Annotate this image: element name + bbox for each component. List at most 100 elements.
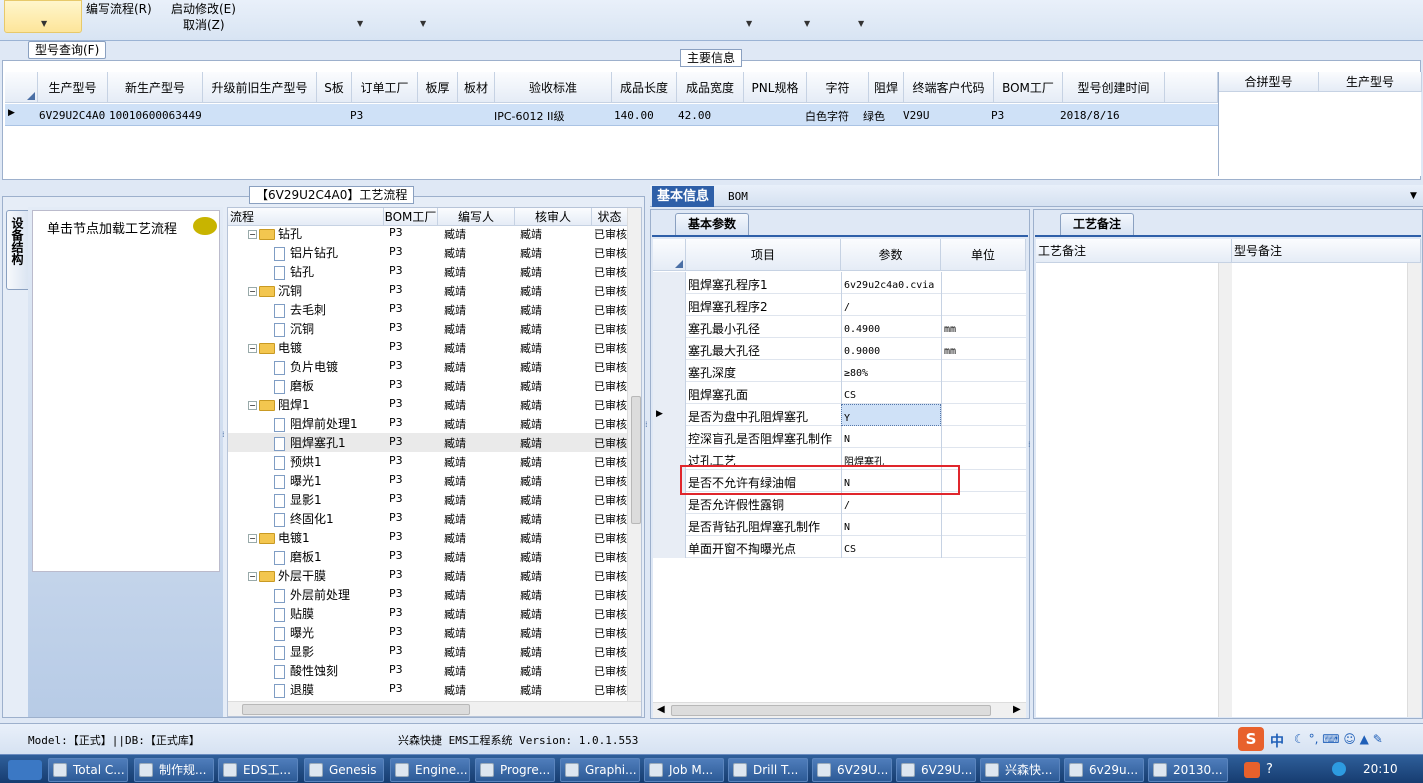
tree-row[interactable]: 贴膜 P3 臧靖 臧靖 已审核 xyxy=(228,604,641,623)
row-header[interactable] xyxy=(653,514,686,536)
param-row[interactable]: 单面开窗不掏曝光点 CS xyxy=(653,536,1026,558)
param-unit-cell[interactable] xyxy=(941,294,1026,316)
main-col-header[interactable]: 板厚 xyxy=(418,72,458,103)
param-value-cell[interactable]: N xyxy=(841,514,941,536)
tree-row[interactable]: 外层前处理 P3 臧靖 臧靖 已审核 xyxy=(228,585,641,604)
taskbar-button[interactable]: Progre... xyxy=(475,758,555,782)
sogou-tray-icon[interactable] xyxy=(1244,762,1260,778)
chevron-down-icon[interactable]: ▼ xyxy=(858,19,864,28)
param-value-cell[interactable]: 0.9000 xyxy=(841,338,941,360)
main-col-header[interactable]: 新生产型号 xyxy=(108,72,203,103)
taskbar-button[interactable]: Total C... xyxy=(48,758,128,782)
main-col-header[interactable]: BOM工厂 xyxy=(994,72,1063,103)
param-unit-cell[interactable] xyxy=(941,492,1026,514)
speech-bubble-icon[interactable] xyxy=(193,217,217,235)
sogou-ime-icon[interactable]: S xyxy=(1238,727,1264,751)
customer-cell[interactable]: V29U xyxy=(903,109,930,122)
tree-row[interactable]: 预烘1 P3 臧靖 臧靖 已审核 xyxy=(228,452,641,471)
prod-model-cell[interactable]: 6V29U2C4A0 xyxy=(39,109,105,122)
param-value-cell[interactable]: / xyxy=(841,492,941,514)
taskbar-button[interactable]: 兴森快... xyxy=(980,758,1060,782)
param-value-cell[interactable]: 0.4900 xyxy=(841,316,941,338)
length-cell[interactable]: 140.00 xyxy=(614,109,654,122)
merge-prod-model-header[interactable]: 生产型号 xyxy=(1319,72,1422,92)
taskbar-button[interactable]: 制作规... xyxy=(134,758,214,782)
main-col-header[interactable]: 生产型号 xyxy=(38,72,108,103)
row-header[interactable] xyxy=(653,316,686,338)
param-unit-cell[interactable]: mm xyxy=(941,338,1026,360)
ime-mode[interactable]: 中 xyxy=(1270,731,1284,751)
param-unit-cell[interactable] xyxy=(941,426,1026,448)
tab-process-notes[interactable]: 工艺备注 xyxy=(1060,213,1135,235)
tree-row[interactable]: 磨板 P3 臧靖 臧靖 已审核 xyxy=(228,376,641,395)
merge-model-header[interactable]: 合拼型号 xyxy=(1219,72,1319,92)
model-notes-area[interactable]: 型号备注 xyxy=(1232,239,1421,717)
char-cell[interactable]: 白色字符 xyxy=(805,108,849,124)
main-col-header[interactable]: 终端客户代码 xyxy=(904,72,994,103)
param-row[interactable]: 塞孔最大孔径 0.9000 mm xyxy=(653,338,1026,360)
param-unit-cell[interactable] xyxy=(941,536,1026,558)
table-row[interactable]: ▶ 6V29U2C4A0 10010600063449 P3 IPC-6012 … xyxy=(5,104,1218,126)
param-unit-cell[interactable] xyxy=(941,514,1026,536)
tree-row[interactable]: 曝光 P3 臧靖 臧靖 已审核 xyxy=(228,623,641,642)
row-header[interactable] xyxy=(653,294,686,316)
side-tab[interactable]: 设备结构 xyxy=(6,210,28,290)
main-col-header[interactable]: 板材 xyxy=(458,72,495,103)
scroll-thumb[interactable] xyxy=(242,704,470,715)
model-query-button[interactable]: 型号查询(F) xyxy=(28,41,107,59)
scroll-left-icon[interactable]: ◀ xyxy=(657,704,665,715)
param-unit-cell[interactable] xyxy=(941,382,1026,404)
tree-row[interactable]: − 电镀 P3 臧靖 臧靖 已审核 xyxy=(228,338,641,357)
tree-row[interactable]: 去毛刺 P3 臧靖 臧靖 已审核 xyxy=(228,300,641,319)
tree-row[interactable]: 钻孔 P3 臧靖 臧靖 已审核 xyxy=(228,262,641,281)
tree-row[interactable]: 显影 P3 臧靖 臧靖 已审核 xyxy=(228,642,641,661)
row-header[interactable] xyxy=(653,338,686,360)
main-col-header[interactable]: 字符 xyxy=(807,72,869,103)
process-notes-area[interactable]: 工艺备注 xyxy=(1036,239,1232,717)
col-param-header[interactable]: 参数 xyxy=(841,239,941,271)
param-value-cell[interactable]: CS xyxy=(841,536,941,558)
row-header[interactable] xyxy=(653,360,686,382)
taskbar-button[interactable]: EDS工... xyxy=(218,758,298,782)
clock[interactable]: 20:10 xyxy=(1363,762,1398,776)
taskbar-button[interactable]: 20130... xyxy=(1148,758,1228,782)
start-modify-button[interactable]: 启动修改(E) xyxy=(171,0,236,17)
chevron-down-icon[interactable]: ▼ xyxy=(746,19,752,28)
tab-basic-params[interactable]: 基本参数 xyxy=(675,213,750,235)
param-value-cell[interactable]: 6v29u2c4a0.cvia xyxy=(841,272,941,294)
tree-row[interactable]: 铝片钻孔 P3 臧靖 臧靖 已审核 xyxy=(228,243,641,262)
param-row[interactable]: 阻焊塞孔面 CS xyxy=(653,382,1026,404)
row-header[interactable] xyxy=(653,382,686,404)
collapse-icon[interactable]: − xyxy=(248,572,257,581)
taskbar-button[interactable]: Job M... xyxy=(644,758,724,782)
tree-row[interactable]: 终固化1 P3 臧靖 臧靖 已审核 xyxy=(228,509,641,528)
scroll-thumb[interactable] xyxy=(631,396,641,524)
app-menu-button[interactable]: ▼ xyxy=(4,0,82,33)
tree-row[interactable]: 显影1 P3 臧靖 臧靖 已审核 xyxy=(228,490,641,509)
main-col-header[interactable]: S板 xyxy=(317,72,352,103)
chevron-down-icon[interactable]: ▼ xyxy=(420,19,426,28)
main-col-header[interactable]: 升级前旧生产型号 xyxy=(203,72,317,103)
param-value-cell[interactable]: / xyxy=(841,294,941,316)
taskbar-button[interactable]: Drill T... xyxy=(728,758,808,782)
taskbar-button[interactable]: Genesis xyxy=(304,758,384,782)
main-col-header[interactable]: PNL规格 xyxy=(744,72,807,103)
taskbar-button[interactable]: 6V29U... xyxy=(896,758,976,782)
order-factory-cell[interactable]: P3 xyxy=(350,109,363,122)
tree-vertical-scrollbar[interactable] xyxy=(627,208,641,701)
tree-row[interactable]: − 钻孔 P3 臧靖 臧靖 已审核 xyxy=(228,224,641,243)
scroll-thumb[interactable] xyxy=(671,705,991,716)
taskbar-button[interactable]: 6V29U... xyxy=(812,758,892,782)
collapse-icon[interactable]: − xyxy=(248,534,257,543)
splitter-handle-icon[interactable]: ⁞ xyxy=(222,430,225,439)
param-unit-cell[interactable] xyxy=(941,360,1026,382)
created-cell[interactable]: 2018/8/16 xyxy=(1060,109,1120,122)
tree-row[interactable]: 阻焊塞孔1 P3 臧靖 臧靖 已审核 xyxy=(228,433,641,452)
param-unit-cell[interactable] xyxy=(941,272,1026,294)
chevron-down-icon[interactable]: ▼ xyxy=(804,19,810,28)
col-item-header[interactable]: 项目 xyxy=(686,239,841,271)
tree-row[interactable]: 酸性蚀刻 P3 臧靖 臧靖 已审核 xyxy=(228,661,641,680)
taskbar-button[interactable]: Engine... xyxy=(390,758,470,782)
tree-horizontal-scrollbar[interactable] xyxy=(228,701,641,716)
cancel-button[interactable]: 取消(Z) xyxy=(183,16,225,33)
